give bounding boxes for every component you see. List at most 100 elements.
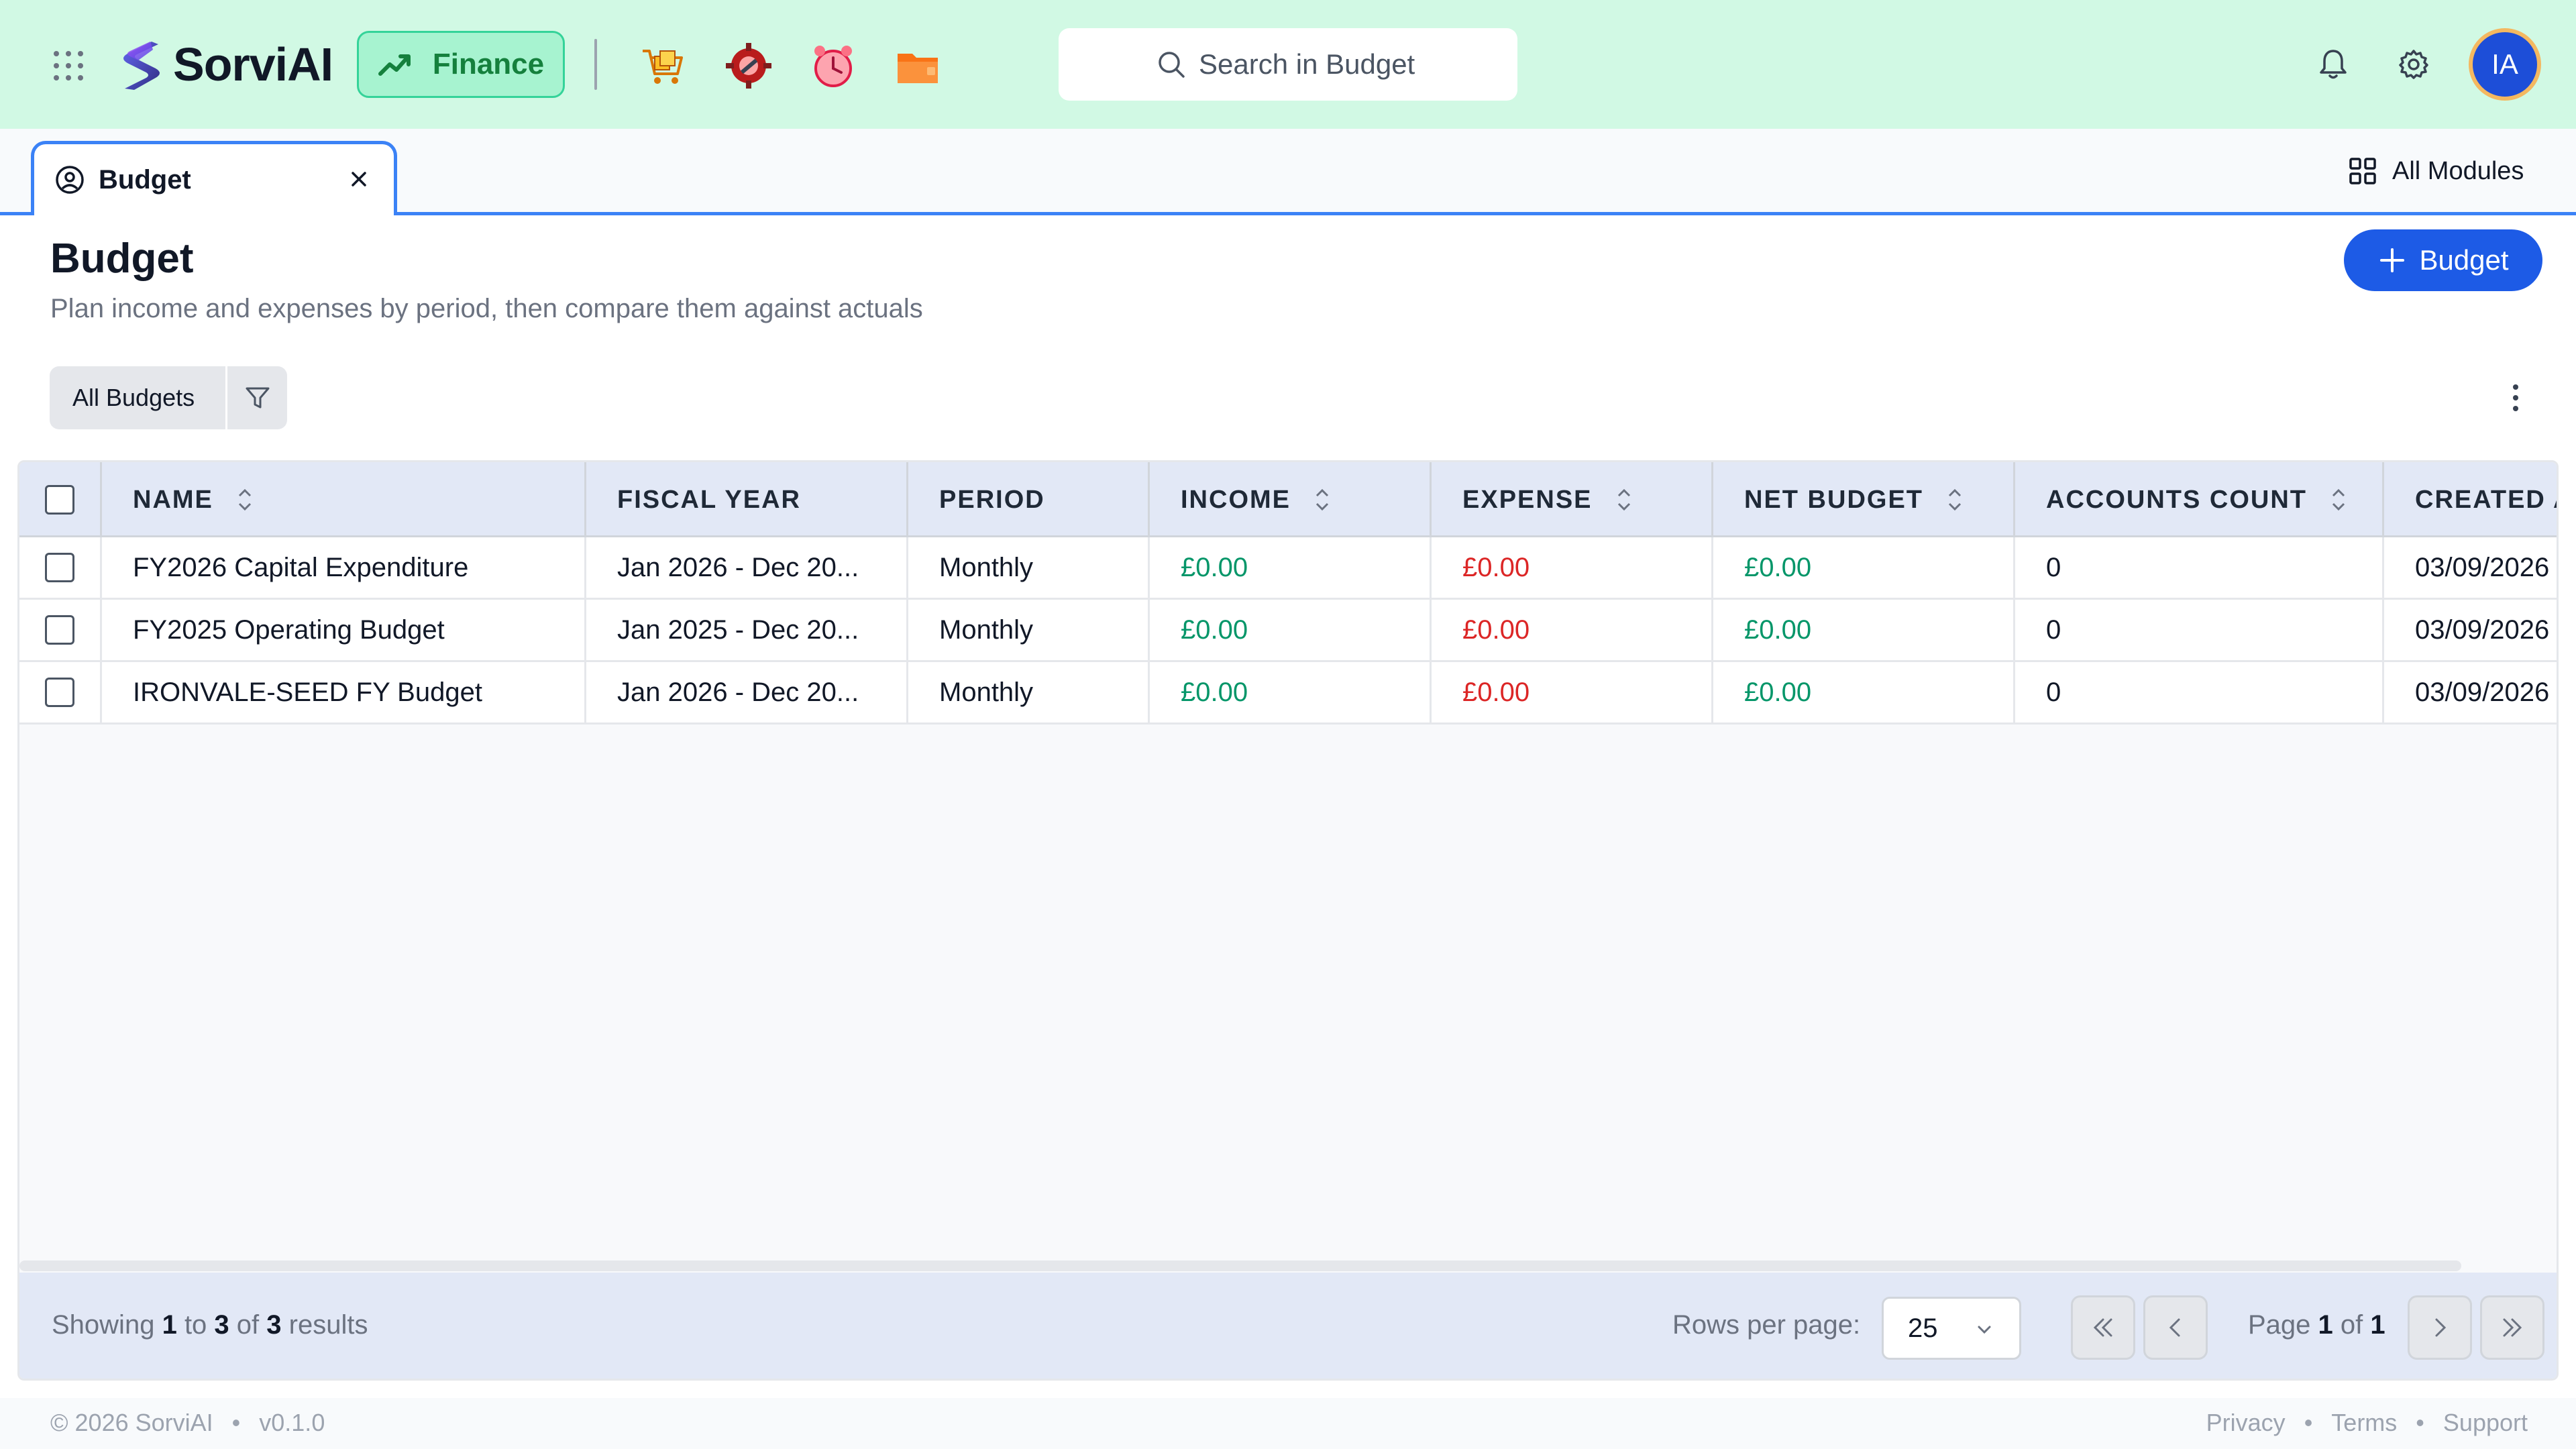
select-all-checkbox[interactable] xyxy=(45,485,74,515)
table-footer: Showing 1 to 3 of 3 results Rows per pag… xyxy=(19,1273,2557,1379)
view-selector[interactable]: All Budgets xyxy=(50,384,225,412)
cell-created-at: 03/09/2026 xyxy=(2382,537,2557,598)
more-options-icon[interactable] xyxy=(2502,381,2529,415)
cell-accounts-count: 0 xyxy=(2013,600,2382,660)
select-all-cell xyxy=(19,462,100,537)
cell-net-budget: £0.00 xyxy=(1711,600,2013,660)
privacy-link[interactable]: Privacy xyxy=(2206,1409,2286,1437)
first-page-button[interactable] xyxy=(2071,1295,2135,1360)
table-row[interactable]: IRONVALE-SEED FY Budget Jan 2026 - Dec 2… xyxy=(19,662,2557,724)
column-header-income[interactable]: INCOME xyxy=(1148,462,1430,537)
sort-icon xyxy=(1316,488,1329,511)
row-checkbox[interactable] xyxy=(45,615,74,645)
cell-net-budget: £0.00 xyxy=(1711,537,2013,598)
cell-expense: £0.00 xyxy=(1430,600,1711,660)
rows-per-page-select[interactable]: 25 xyxy=(1882,1297,2021,1360)
all-modules-button[interactable]: All Modules xyxy=(2348,154,2524,188)
table-row[interactable]: FY2026 Capital Expenditure Jan 2026 - De… xyxy=(19,537,2557,600)
tab-label: Budget xyxy=(99,164,191,195)
cell-name[interactable]: FY2026 Capital Expenditure xyxy=(100,537,584,598)
cell-name[interactable]: FY2025 Operating Budget xyxy=(100,600,584,660)
sort-icon xyxy=(238,488,251,511)
column-header-expense[interactable]: EXPENSE xyxy=(1430,462,1711,537)
terms-link[interactable]: Terms xyxy=(2331,1409,2397,1437)
cell-net-budget: £0.00 xyxy=(1711,662,2013,722)
separator-dot: • xyxy=(2304,1409,2313,1436)
cell-expense: £0.00 xyxy=(1430,662,1711,722)
finance-module-button[interactable]: Finance xyxy=(357,31,565,98)
user-avatar[interactable]: IA xyxy=(2469,28,2541,101)
copyright-text: © 2026 SorviAI xyxy=(50,1409,213,1436)
cell-accounts-count: 0 xyxy=(2013,662,2382,722)
version-text: v0.1.0 xyxy=(259,1409,325,1436)
page-title: Budget xyxy=(50,235,194,282)
brand-name: SorviAI xyxy=(173,38,333,91)
cell-fiscal-year: Jan 2026 - Dec 20... xyxy=(584,662,906,722)
page-footer xyxy=(0,1398,2576,1449)
filter-button[interactable] xyxy=(225,366,287,429)
footer-meta: © 2026 SorviAI • v0.1.0 xyxy=(50,1409,325,1437)
cell-created-at: 03/09/2026 xyxy=(2382,662,2557,722)
search-input[interactable] xyxy=(1199,48,1420,80)
separator-dot: • xyxy=(2416,1409,2424,1436)
bell-icon[interactable] xyxy=(2316,47,2351,82)
last-page-button[interactable] xyxy=(2480,1295,2544,1360)
page-subtitle: Plan income and expenses by period, then… xyxy=(50,294,923,323)
previous-page-button[interactable] xyxy=(2143,1295,2208,1360)
add-budget-button[interactable]: Budget xyxy=(2344,229,2542,291)
close-icon[interactable] xyxy=(348,168,370,190)
search-box[interactable] xyxy=(1059,28,1517,101)
cell-period: Monthly xyxy=(906,662,1148,722)
horizontal-scrollbar[interactable] xyxy=(19,1260,2461,1271)
column-header-accounts-count[interactable]: ACCOUNTS COUNT xyxy=(2013,462,2382,537)
brand-logo[interactable]: SorviAI xyxy=(111,35,333,94)
page-indicator: Page 1 of 1 xyxy=(2248,1310,2385,1340)
chevrons-right-icon xyxy=(2503,1318,2522,1337)
chevron-right-icon xyxy=(2435,1318,2447,1337)
search-icon xyxy=(1159,52,1185,78)
module-label: Finance xyxy=(432,48,545,80)
column-header-created-at[interactable]: CREATED A xyxy=(2382,462,2557,537)
folder-app-icon[interactable] xyxy=(894,42,942,90)
column-header-net-budget[interactable]: NET BUDGET xyxy=(1711,462,2013,537)
add-budget-label: Budget xyxy=(2419,244,2509,276)
shopping-cart-app-icon[interactable] xyxy=(639,42,687,90)
grid-icon xyxy=(2349,158,2376,184)
support-link[interactable]: Support xyxy=(2443,1409,2528,1437)
table-header: NAME FISCAL YEAR PERIOD INCOME EXPENSE N… xyxy=(19,462,2557,537)
row-checkbox[interactable] xyxy=(45,678,74,707)
cell-income: £0.00 xyxy=(1148,600,1430,660)
user-circle-icon xyxy=(56,166,84,194)
table-row[interactable]: FY2025 Operating Budget Jan 2025 - Dec 2… xyxy=(19,600,2557,662)
next-page-button[interactable] xyxy=(2408,1295,2472,1360)
chevrons-left-icon xyxy=(2093,1318,2112,1337)
row-select-cell xyxy=(19,662,100,722)
cell-name[interactable]: IRONVALE-SEED FY Budget xyxy=(100,662,584,722)
results-summary: Showing 1 to 3 of 3 results xyxy=(52,1310,368,1340)
apps-grid-icon[interactable] xyxy=(51,48,86,83)
cell-fiscal-year: Jan 2026 - Dec 20... xyxy=(584,537,906,598)
gear-icon[interactable] xyxy=(2396,47,2431,82)
chevron-left-icon xyxy=(2169,1318,2180,1337)
budget-table: NAME FISCAL YEAR PERIOD INCOME EXPENSE N… xyxy=(17,460,2559,1381)
cell-income: £0.00 xyxy=(1148,662,1430,722)
column-header-period[interactable]: PERIOD xyxy=(906,462,1148,537)
sort-icon xyxy=(1948,488,1962,511)
cell-created-at: 03/09/2026 xyxy=(2382,600,2557,660)
cell-expense: £0.00 xyxy=(1430,537,1711,598)
column-header-fiscal-year[interactable]: FISCAL YEAR xyxy=(584,462,906,537)
cell-fiscal-year: Jan 2025 - Dec 20... xyxy=(584,600,906,660)
tab-budget[interactable]: Budget xyxy=(31,141,397,215)
sort-icon xyxy=(1617,488,1630,511)
column-header-name[interactable]: NAME xyxy=(100,462,584,537)
row-checkbox[interactable] xyxy=(45,553,74,582)
cell-period: Monthly xyxy=(906,600,1148,660)
cell-income: £0.00 xyxy=(1148,537,1430,598)
view-filter-group: All Budgets xyxy=(50,366,287,429)
rows-per-page-label: Rows per page: xyxy=(1672,1310,1861,1340)
footer-links: Privacy • Terms • Support xyxy=(2206,1409,2528,1437)
cell-accounts-count: 0 xyxy=(2013,537,2382,598)
gear-wrench-app-icon[interactable] xyxy=(724,42,773,90)
cell-period: Monthly xyxy=(906,537,1148,598)
alarm-clock-app-icon[interactable] xyxy=(809,42,857,90)
